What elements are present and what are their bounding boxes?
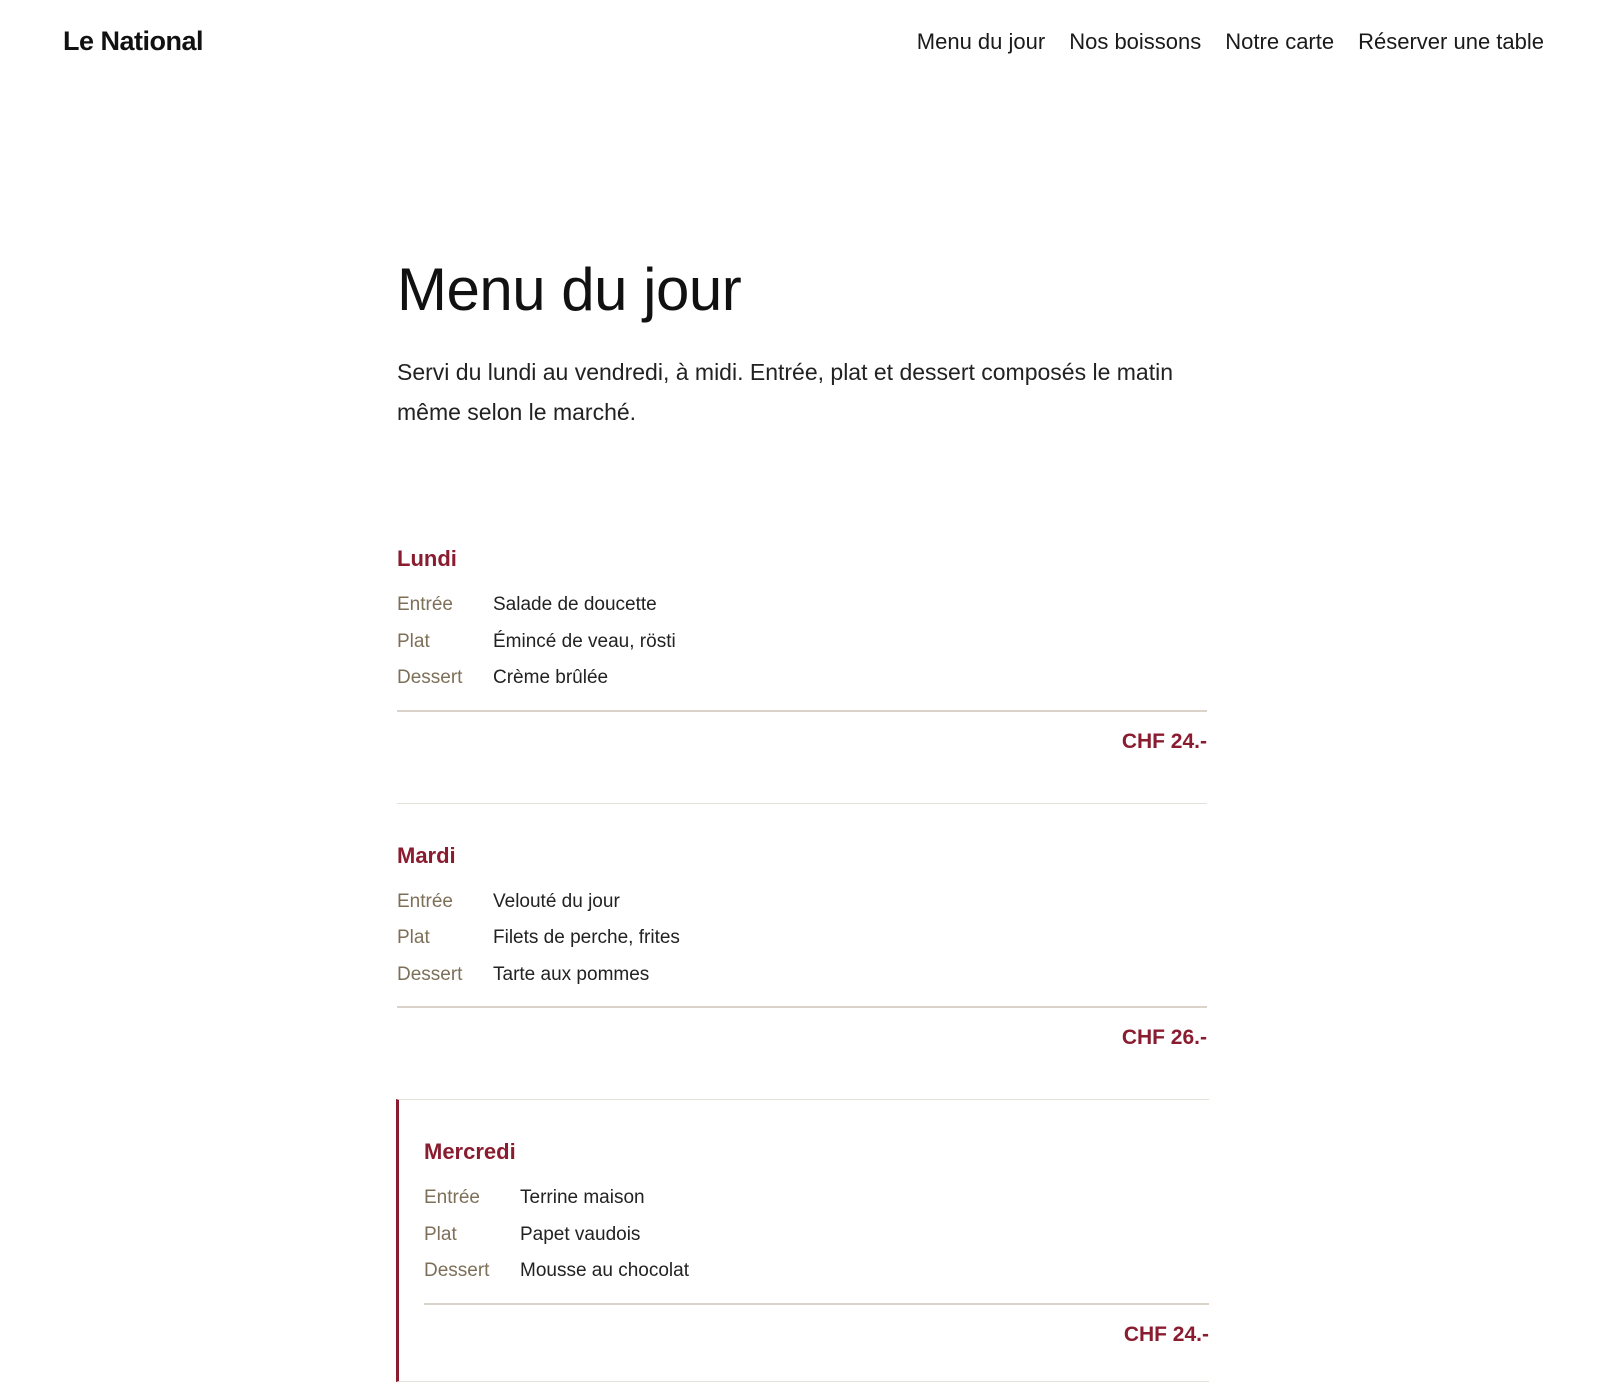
- course-label: Plat: [397, 630, 430, 652]
- course-dish: Salade de doucette: [493, 594, 657, 615]
- course-label: Entrée: [424, 1187, 480, 1208]
- course-dish: Terrine maison: [520, 1187, 645, 1208]
- course-row: Entrée Salade de doucette: [397, 587, 1207, 624]
- day-name: Lundi: [397, 546, 457, 571]
- nav-menu-du-jour[interactable]: Menu du jour: [917, 29, 1045, 55]
- course-dish: Papet vaudois: [520, 1223, 641, 1245]
- intro-text: Servi du lundi au vendredi, à midi. Entr…: [397, 359, 1174, 425]
- day-name: Mercredi: [424, 1139, 516, 1164]
- course-label: Entrée: [397, 890, 453, 912]
- course-row: Entrée Velouté du jour: [397, 884, 1207, 921]
- course-label: Dessert: [424, 1260, 490, 1281]
- course-label: Entrée: [397, 594, 453, 615]
- course-dish: Crème brûlée: [493, 667, 609, 688]
- day-card-lundi: Lundi Entrée Salade de doucette Plat Émi…: [397, 535, 1207, 803]
- brand-logo[interactable]: Le National: [63, 26, 204, 57]
- day-card-mercredi: Mercredi Entrée Terrine maison Plat Pape…: [396, 1099, 1209, 1382]
- course-row: Plat Papet vaudois: [424, 1217, 1209, 1254]
- course-row: Plat Émincé de veau, rösti: [397, 624, 1207, 661]
- price: CHF 24.-: [397, 709, 1207, 803]
- site-header: Le National Menu du jour Nos boissons No…: [0, 0, 1600, 90]
- price: CHF 24.-: [424, 1302, 1209, 1381]
- course-dish: Velouté du jour: [493, 890, 620, 912]
- course-dish: Mousse au chocolat: [520, 1260, 689, 1281]
- page-title: Menu du jour: [397, 256, 742, 323]
- daily-menu-list: Lundi Entrée Salade de doucette Plat Émi…: [396, 535, 1209, 1382]
- main-content: Menu du jour Servi du lundi au vendredi,…: [396, 250, 1209, 1382]
- day-card-mardi: Mardi Entrée Velouté du jour Plat Filets…: [397, 802, 1207, 1100]
- price: CHF 26.-: [397, 1006, 1207, 1099]
- course-row: Dessert Tarte aux pommes: [397, 957, 1207, 994]
- course-label: Dessert: [397, 667, 463, 688]
- course-label: Dessert: [397, 963, 463, 985]
- course-dish: Filets de perche, frites: [493, 927, 680, 948]
- course-row: Dessert Crème brûlée: [397, 660, 1207, 697]
- course-row: Plat Filets de perche, frites: [397, 920, 1207, 957]
- course-row: Dessert Mousse au chocolat: [424, 1253, 1209, 1290]
- nav-reserver-une-table[interactable]: Réserver une table: [1358, 29, 1544, 55]
- course-label: Plat: [424, 1223, 457, 1245]
- nav-nos-boissons[interactable]: Nos boissons: [1069, 29, 1201, 55]
- main-nav: Menu du jour Nos boissons Notre carte Ré…: [917, 29, 1544, 55]
- course-label: Plat: [397, 927, 430, 948]
- course-dish: Émincé de veau, rösti: [493, 630, 676, 652]
- course-dish: Tarte aux pommes: [493, 963, 650, 985]
- nav-notre-carte[interactable]: Notre carte: [1225, 29, 1334, 55]
- course-row: Entrée Terrine maison: [424, 1180, 1209, 1217]
- day-name: Mardi: [397, 842, 456, 868]
